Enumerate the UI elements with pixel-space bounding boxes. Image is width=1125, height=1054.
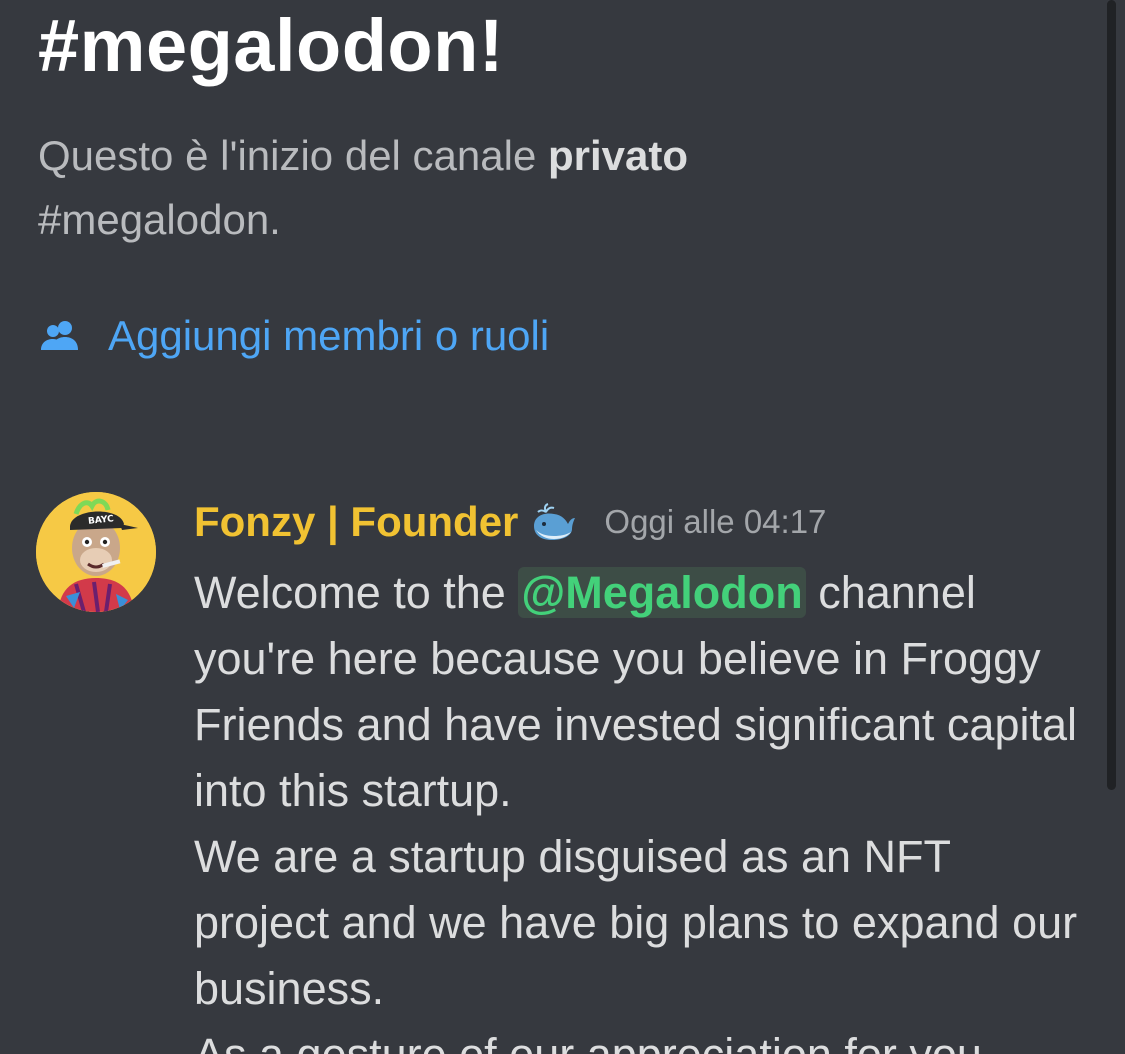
message-text-part2: We are a startup disguised as an NFT pro… <box>194 831 1078 1014</box>
add-members-label: Aggiungi membri o ruoli <box>108 312 550 359</box>
whale-emoji-icon <box>534 503 576 540</box>
role-mention[interactable]: @Megalodon <box>518 567 806 618</box>
message-text-intro: Welcome to the <box>194 567 519 618</box>
ape-avatar-icon: BAYC <box>36 492 156 612</box>
author-avatar[interactable]: BAYC <box>36 492 156 612</box>
chat-screen: #megalodon! Questo è l'inizio del canale… <box>0 0 1125 1054</box>
channel-description-suffix: #megalodon. <box>38 196 281 243</box>
message-text-part3: As a gesture of our appreciation for you <box>194 1029 982 1054</box>
channel-private-label: privato <box>548 132 689 179</box>
message-header: Fonzy | Founder Oggi alle 04:17 <box>194 498 826 546</box>
message-content: Welcome to the @Megalodon channel you're… <box>194 560 1094 1054</box>
channel-title: #megalodon! <box>38 4 504 87</box>
channel-description-prefix: Questo è l'inizio del canale <box>38 132 548 179</box>
message-timestamp: Oggi alle 04:17 <box>604 503 827 540</box>
add-members-button[interactable]: Aggiungi membri o ruoli <box>38 306 549 366</box>
members-icon <box>41 321 78 350</box>
scrollbar-thumb[interactable] <box>1107 0 1116 790</box>
author-name[interactable]: Fonzy | Founder <box>194 498 518 546</box>
channel-description: Questo è l'inizio del canale privato #me… <box>38 124 938 252</box>
